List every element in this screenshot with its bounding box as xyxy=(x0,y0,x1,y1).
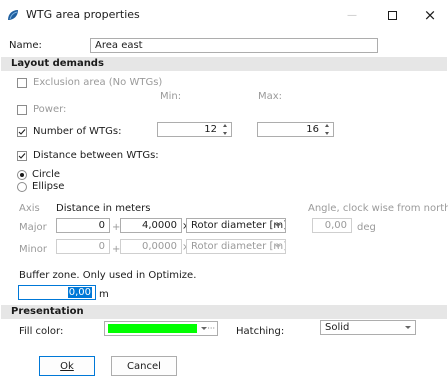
minor-factor-input[interactable]: 0,0000 xyxy=(120,239,182,254)
power-checkbox[interactable] xyxy=(17,105,27,115)
circle-radio[interactable] xyxy=(17,170,27,180)
major-meters-input[interactable]: 0 xyxy=(56,218,110,233)
radio-selected-icon xyxy=(20,173,24,177)
buffer-zone-value: 0,00 xyxy=(67,287,92,298)
distance-between-wtgs-checkbox[interactable] xyxy=(17,151,27,161)
major-unit-dropdown[interactable]: Rotor diameter [m] xyxy=(186,218,286,233)
chevron-down-icon xyxy=(405,326,411,329)
fill-color-dropdown[interactable]: ··· xyxy=(104,321,218,336)
presentation-header: Presentation xyxy=(1,305,447,319)
minor-meters-input[interactable]: 0 xyxy=(56,239,110,254)
major-label: Major xyxy=(19,222,47,233)
angle-label: Angle, clock wise from north xyxy=(308,203,448,214)
app-icon xyxy=(7,9,19,21)
ellipsis-icon[interactable]: ··· xyxy=(207,322,215,335)
max-wtgs-value: 16 xyxy=(306,124,319,135)
maximize-icon xyxy=(387,10,397,20)
buffer-zone-input[interactable]: 0,00 xyxy=(18,285,96,300)
exclusion-label: Exclusion area (No WTGs) xyxy=(33,77,163,88)
distance-in-meters-label: Distance in meters xyxy=(56,203,151,214)
circle-label: Circle xyxy=(32,169,61,180)
name-label: Name: xyxy=(9,40,42,51)
angle-unit-label: deg xyxy=(357,222,376,233)
minimize-button[interactable]: — xyxy=(332,0,372,30)
layout-demands-header: Layout demands xyxy=(1,57,447,71)
maximize-button[interactable] xyxy=(372,0,412,30)
spin-arrows-icon[interactable] xyxy=(221,124,228,135)
major-factor-input[interactable]: 4,0000 xyxy=(120,218,182,233)
hatching-value: Solid xyxy=(325,322,350,333)
ok-button[interactable]: Ok xyxy=(39,356,95,376)
chevron-down-icon xyxy=(275,245,281,248)
minimize-icon: — xyxy=(347,9,357,21)
chevron-down-icon xyxy=(201,327,207,330)
major-angle-input[interactable]: 0,00 xyxy=(312,218,352,233)
major-unit-value: Rotor diameter [m] xyxy=(191,220,286,231)
min-wtgs-value: 12 xyxy=(204,124,217,135)
buffer-zone-label: Buffer zone. Only used in Optimize. xyxy=(19,270,197,281)
max-label: Max: xyxy=(258,91,283,102)
cancel-button-label: Cancel xyxy=(127,360,161,372)
ok-button-label: Ok xyxy=(60,360,74,372)
cancel-button[interactable]: Cancel xyxy=(111,356,177,376)
check-icon xyxy=(18,129,26,135)
min-wtgs-spinner[interactable]: 12 xyxy=(157,122,232,137)
minor-unit-dropdown[interactable]: Rotor diameter [m] xyxy=(186,239,286,254)
number-of-wtgs-label: Number of WTGs: xyxy=(33,126,122,137)
ellipse-label: Ellipse xyxy=(32,181,65,192)
max-wtgs-spinner[interactable]: 16 xyxy=(257,122,334,137)
number-of-wtgs-checkbox[interactable] xyxy=(17,127,27,137)
chevron-down-icon xyxy=(275,224,281,227)
buffer-unit-label: m xyxy=(99,289,109,300)
spin-arrows-icon[interactable] xyxy=(323,124,330,135)
distance-between-wtgs-label: Distance between WTGs: xyxy=(33,150,159,161)
power-label: Power: xyxy=(33,104,67,115)
ellipse-radio[interactable] xyxy=(17,182,27,192)
close-button[interactable]: × xyxy=(412,0,448,30)
fill-color-label: Fill color: xyxy=(19,326,64,337)
axis-label: Axis xyxy=(19,203,40,214)
name-input[interactable]: Area east xyxy=(90,38,378,53)
fill-color-swatch xyxy=(108,324,197,333)
exclusion-checkbox[interactable] xyxy=(17,78,27,88)
close-icon: × xyxy=(423,5,437,24)
window-title: WTG area properties xyxy=(26,8,140,21)
title-bar: WTG area properties — × xyxy=(0,0,448,30)
check-icon xyxy=(18,153,26,159)
minor-label: Minor xyxy=(19,244,47,255)
hatching-dropdown[interactable]: Solid xyxy=(320,320,416,335)
minor-unit-value: Rotor diameter [m] xyxy=(191,241,286,252)
min-label: Min: xyxy=(160,91,182,102)
hatching-label: Hatching: xyxy=(236,326,285,337)
